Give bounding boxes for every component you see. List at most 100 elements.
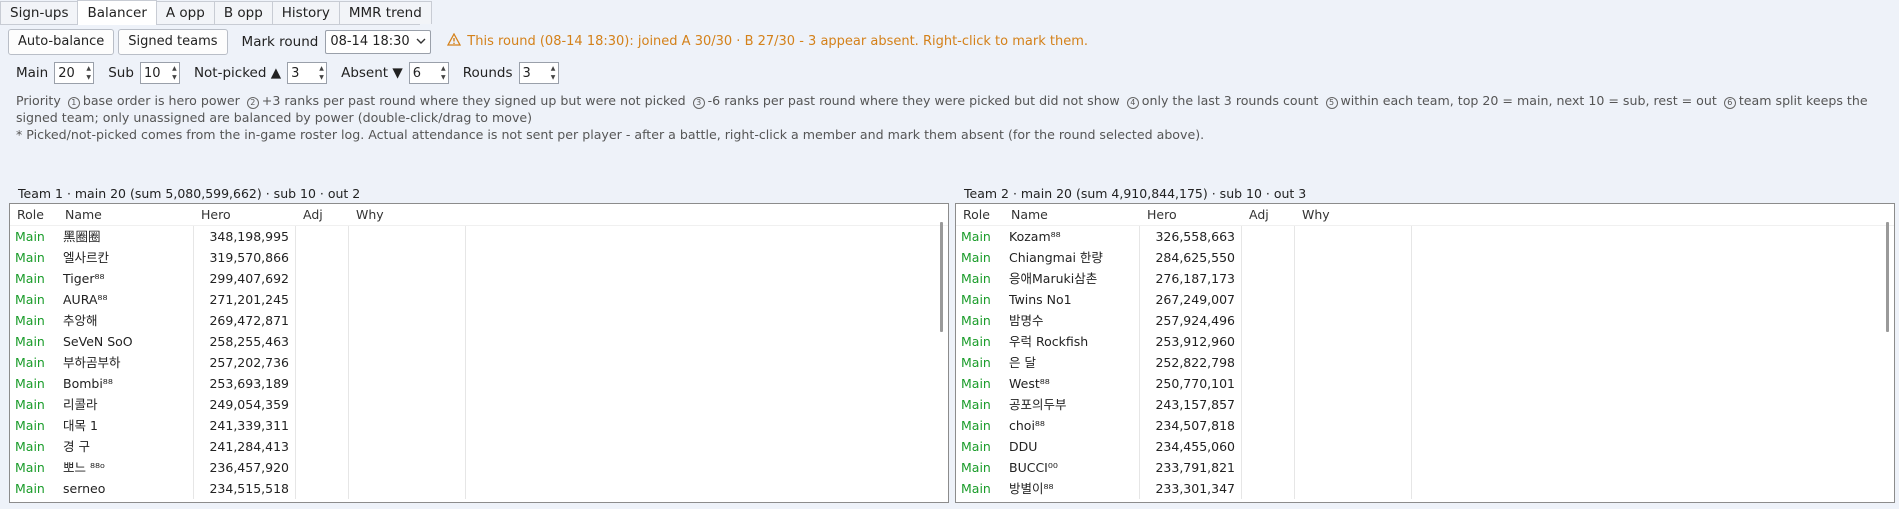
stepper-down-icon[interactable]: ▼ bbox=[439, 73, 448, 82]
adjustment-reason bbox=[349, 373, 466, 394]
adjustment-reason bbox=[349, 352, 466, 373]
table-row[interactable]: Main 은 달 252,822,798 bbox=[956, 352, 1894, 373]
signed-teams-button[interactable]: Signed teams bbox=[118, 28, 228, 55]
table-row[interactable]: Main Bombi⁸⁸ 253,693,189 bbox=[10, 373, 948, 394]
stepper-up-icon[interactable]: ▲ bbox=[549, 64, 558, 73]
hero-power: 233,301,347 bbox=[1140, 478, 1242, 499]
rank-adjustment bbox=[296, 394, 349, 415]
column-hero[interactable]: Hero bbox=[194, 207, 296, 222]
table-row[interactable]: Main 추앙해 269,472,871 bbox=[10, 310, 948, 331]
player-role: Main bbox=[961, 439, 991, 454]
table-row[interactable]: Main 방별이⁸⁸ 233,301,347 bbox=[956, 478, 1894, 499]
adjustment-reason bbox=[1295, 415, 1412, 436]
mark-round-select[interactable]: 08-14 18:30 bbox=[325, 29, 432, 54]
adjustment-reason bbox=[349, 436, 466, 457]
table-row[interactable]: Main 밤명수 257,924,496 bbox=[956, 310, 1894, 331]
table-row[interactable]: Main Kozam⁸⁸ 326,558,663 bbox=[956, 226, 1894, 247]
table-header: Role Name Hero Adj Why bbox=[956, 204, 1894, 226]
column-role[interactable]: Role bbox=[956, 207, 1004, 222]
warning-icon bbox=[447, 32, 467, 50]
column-role[interactable]: Role bbox=[10, 207, 58, 222]
absence-warning: This round (08-14 18:30): joined A 30/30… bbox=[447, 32, 1088, 50]
table-row[interactable]: Main West⁸⁸ 250,770,101 bbox=[956, 373, 1894, 394]
table-row[interactable]: Main 엘사르칸 319,570,866 bbox=[10, 247, 948, 268]
table-row[interactable]: Main 黑圈圈 348,198,995 bbox=[10, 226, 948, 247]
table-row[interactable]: Main 부하곰부하 257,202,736 bbox=[10, 352, 948, 373]
hero-power: 250,770,101 bbox=[1140, 373, 1242, 394]
table-row[interactable]: Main 리콜라 249,054,359 bbox=[10, 394, 948, 415]
team2-rows: Main Kozam⁸⁸ 326,558,663 Main Chiangmai 한량 28… bbox=[956, 226, 1894, 499]
table-row[interactable]: Main BUCCI⁰⁰ 233,791,821 bbox=[956, 457, 1894, 478]
stepper-down-icon[interactable]: ▼ bbox=[317, 73, 326, 82]
hero-power: 269,472,871 bbox=[194, 310, 296, 331]
auto-balance-button[interactable]: Auto-balance bbox=[8, 28, 115, 55]
main-count-stepper[interactable]: 20 ▲ ▼ bbox=[54, 62, 95, 84]
stepper-up-icon[interactable]: ▲ bbox=[170, 64, 179, 73]
tab-history[interactable]: History bbox=[271, 1, 340, 24]
table-row[interactable]: Main DDU 234,455,060 bbox=[956, 436, 1894, 457]
sub-count-stepper[interactable]: 10 ▲ ▼ bbox=[139, 62, 180, 84]
tab-sign-ups[interactable]: Sign-ups bbox=[0, 1, 79, 24]
absent-stepper[interactable]: 6 ▲ ▼ bbox=[408, 62, 449, 84]
table-row[interactable]: Main Chiangmai 한량 284,625,550 bbox=[956, 247, 1894, 268]
hero-power: 326,558,663 bbox=[1140, 226, 1242, 247]
column-why[interactable]: Why bbox=[1295, 207, 1412, 222]
hero-power: 284,625,550 bbox=[1140, 247, 1242, 268]
stepper-up-icon[interactable]: ▲ bbox=[317, 64, 326, 73]
priority-rule-4: only the last 3 rounds count bbox=[1141, 93, 1319, 108]
rounds-stepper[interactable]: 3 ▲ ▼ bbox=[518, 62, 559, 84]
player-name: 은 달 bbox=[1004, 352, 1140, 373]
table-row[interactable]: Main 공포의두부 243,157,857 bbox=[956, 394, 1894, 415]
tab-b-opp[interactable]: B opp bbox=[213, 1, 273, 24]
player-role: Main bbox=[961, 334, 991, 349]
table-row[interactable]: Main 응애Maruki삼촌 276,187,173 bbox=[956, 268, 1894, 289]
adjustment-reason bbox=[349, 247, 466, 268]
stepper-down-icon[interactable]: ▼ bbox=[84, 73, 93, 82]
table-row[interactable]: Main 경 구 241,284,413 bbox=[10, 436, 948, 457]
player-role: Main bbox=[15, 460, 45, 475]
table-row[interactable]: Main Twins No1 267,249,007 bbox=[956, 289, 1894, 310]
player-role: Main bbox=[15, 292, 45, 307]
tab-balancer[interactable]: Balancer bbox=[77, 0, 157, 25]
hero-power: 253,693,189 bbox=[194, 373, 296, 394]
column-hero[interactable]: Hero bbox=[1140, 207, 1242, 222]
column-adj[interactable]: Adj bbox=[1242, 207, 1295, 222]
stepper-up-icon[interactable]: ▲ bbox=[439, 64, 448, 73]
team2-scrollbar[interactable] bbox=[1886, 222, 1889, 332]
column-name[interactable]: Name bbox=[58, 207, 194, 222]
circled-6-icon: 6 bbox=[1723, 97, 1736, 109]
not-picked-stepper[interactable]: 3 ▲ ▼ bbox=[287, 62, 328, 84]
table-row[interactable]: Main Tiger⁸⁸ 299,407,692 bbox=[10, 268, 948, 289]
table-row[interactable]: Main choi⁸⁸ 234,507,818 bbox=[956, 415, 1894, 436]
column-adj[interactable]: Adj bbox=[296, 207, 349, 222]
rank-adjustment bbox=[1242, 331, 1295, 352]
adjustment-reason bbox=[1295, 457, 1412, 478]
table-row[interactable]: Main 우럭 Rockfish 253,912,960 bbox=[956, 331, 1894, 352]
player-role: Main bbox=[15, 376, 45, 391]
player-name: West⁸⁸ bbox=[1004, 373, 1140, 394]
adjustment-reason bbox=[349, 457, 466, 478]
settings-row: Main 20 ▲ ▼ Sub 10 ▲ ▼ Not-picked ▲ 3 ▲ ▼ A… bbox=[16, 61, 696, 85]
tab-a-opp[interactable]: A opp bbox=[155, 1, 215, 24]
team1-table[interactable]: Role Name Hero Adj Why Main 黑圈圈 348,198,99… bbox=[9, 203, 949, 503]
table-row[interactable]: Main serneo 234,515,518 bbox=[10, 478, 948, 499]
rank-adjustment bbox=[1242, 247, 1295, 268]
team1-scrollbar[interactable] bbox=[940, 222, 943, 332]
main-count-label: Main bbox=[16, 65, 49, 81]
column-why[interactable]: Why bbox=[349, 207, 466, 222]
player-role: Main bbox=[961, 292, 991, 307]
player-name: 응애Maruki삼촌 bbox=[1004, 268, 1140, 289]
hero-power: 234,455,060 bbox=[1140, 436, 1242, 457]
table-row[interactable]: Main 대목 1 241,339,311 bbox=[10, 415, 948, 436]
table-row[interactable]: Main 뽀느 ⁸⁸ᵒ 236,457,920 bbox=[10, 457, 948, 478]
table-row[interactable]: Main SeVeN SoO 258,255,463 bbox=[10, 331, 948, 352]
team2-table[interactable]: Role Name Hero Adj Why Main Kozam⁸⁸ 326,55… bbox=[955, 203, 1895, 503]
stepper-down-icon[interactable]: ▼ bbox=[549, 73, 558, 82]
stepper-down-icon[interactable]: ▼ bbox=[170, 73, 179, 82]
tab-mmr-trend[interactable]: MMR trend bbox=[338, 1, 432, 24]
circled-5-icon: 5 bbox=[1325, 97, 1338, 109]
table-row[interactable]: Main AURA⁸⁸ 271,201,245 bbox=[10, 289, 948, 310]
player-name: 경 구 bbox=[58, 436, 194, 457]
column-name[interactable]: Name bbox=[1004, 207, 1140, 222]
stepper-up-icon[interactable]: ▲ bbox=[84, 64, 93, 73]
